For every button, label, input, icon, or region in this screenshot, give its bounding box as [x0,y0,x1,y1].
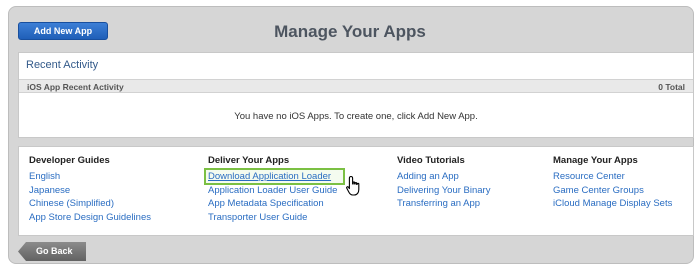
recent-activity-title: Recent Activity [26,59,99,71]
link-app-metadata-specification[interactable]: App Metadata Specification [208,197,337,211]
link-application-loader-user-guide[interactable]: Application Loader User Guide [208,184,337,198]
link-icloud-manage-display-sets[interactable]: iCloud Manage Display Sets [553,197,672,211]
activity-total: 0 Total [658,82,685,92]
link-adding-an-app[interactable]: Adding an App [397,170,490,184]
recent-activity-panel: Recent Activity iOS App Recent Activity … [18,52,694,138]
link-english[interactable]: English [29,170,151,184]
empty-message: You have no iOS Apps. To create one, cli… [234,111,478,122]
link-transporter-user-guide[interactable]: Transporter User Guide [208,211,337,225]
deliver-your-apps-column: Deliver Your Apps Download Application L… [208,155,337,224]
link-app-store-design-guidelines[interactable]: App Store Design Guidelines [29,211,151,225]
go-back-button[interactable]: Go Back [18,242,86,261]
hand-pointer-icon [346,175,360,196]
manage-your-apps-heading: Manage Your Apps [553,155,638,166]
link-game-center-groups[interactable]: Game Center Groups [553,184,672,198]
activity-bar-label: iOS App Recent Activity [27,82,124,92]
link-chinese-simplified[interactable]: Chinese (Simplified) [29,197,151,211]
link-delivering-your-binary[interactable]: Delivering Your Binary [397,184,490,198]
links-panel: Developer Guides English Japanese Chines… [18,146,694,236]
link-download-application-loader[interactable]: Download Application Loader [208,170,337,184]
video-tutorials-column: Video Tutorials Adding an App Delivering… [397,155,490,211]
video-tutorials-heading: Video Tutorials [397,155,465,166]
activity-bar: iOS App Recent Activity 0 Total [19,79,693,93]
page-title: Manage Your Apps [274,22,426,41]
link-japanese[interactable]: Japanese [29,184,151,198]
manage-your-apps-column: Manage Your Apps Resource Center Game Ce… [553,155,672,211]
link-resource-center[interactable]: Resource Center [553,170,672,184]
link-transferring-an-app[interactable]: Transferring an App [397,197,490,211]
deliver-your-apps-heading: Deliver Your Apps [208,155,290,166]
header: Add New App Manage Your Apps [10,12,690,50]
developer-guides-column: Developer Guides English Japanese Chines… [29,155,151,224]
developer-guides-heading: Developer Guides [29,155,110,166]
